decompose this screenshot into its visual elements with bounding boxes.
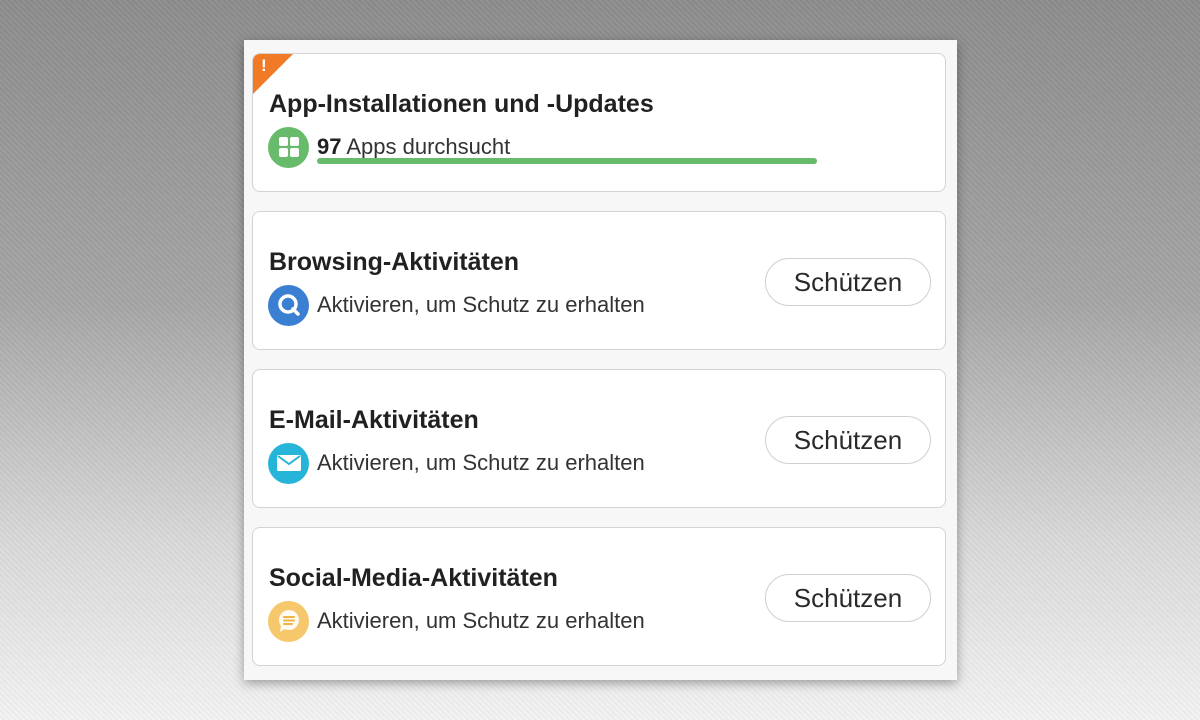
card-subtitle: Aktivieren, um Schutz zu erhalten (317, 292, 645, 317)
card-browsing: Browsing-Aktivitäten Aktivieren, um Schu… (252, 211, 946, 350)
apps-count: 97 (317, 134, 342, 159)
scan-progress-bar (317, 158, 817, 164)
protect-social-media-button[interactable]: Schützen (765, 574, 931, 622)
card-social-media: Social-Media-Aktivitäten Aktivieren, um … (252, 527, 946, 666)
card-subtitle: Aktivieren, um Schutz zu erhalten (317, 608, 645, 633)
warning-icon: ! (261, 56, 267, 75)
scan-progress-fill (317, 158, 817, 164)
protection-panel: ! App-Installationen und -Updates 97 App… (244, 40, 957, 680)
apps-scanned-text: 97 Apps durchsucht (317, 134, 510, 160)
card-subtitle: Aktivieren, um Schutz zu erhalten (317, 450, 645, 475)
mail-icon (268, 442, 309, 484)
apps-scanned-label: Apps durchsucht (341, 134, 511, 159)
card-title: E-Mail-Aktivitäten (269, 406, 479, 434)
card-email: E-Mail-Aktivitäten Aktivieren, um Schutz… (252, 369, 946, 508)
protect-browsing-button[interactable]: Schützen (765, 258, 931, 306)
apps-grid-icon (268, 126, 309, 168)
search-icon (268, 284, 309, 326)
card-title: Social-Media-Aktivitäten (269, 564, 558, 592)
card-title: Browsing-Aktivitäten (269, 248, 520, 276)
warning-corner-flag (253, 54, 293, 94)
card-title: App-Installationen und -Updates (269, 90, 654, 118)
chat-bubble-icon (268, 600, 309, 642)
protect-email-button[interactable]: Schützen (765, 416, 931, 464)
card-app-installations[interactable]: ! App-Installationen und -Updates 97 App… (252, 53, 946, 192)
